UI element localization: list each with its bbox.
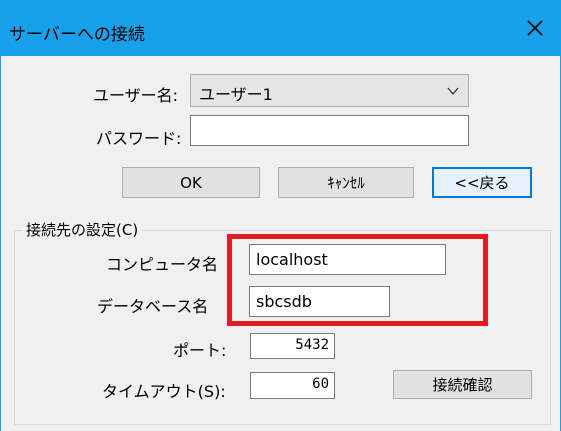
timeout-label: タイムアウト(S): [102, 382, 226, 401]
ok-button[interactable]: OK [122, 167, 260, 198]
port-input[interactable]: 5432 [250, 333, 335, 359]
database-name-label: データベース名 [97, 297, 209, 316]
port-label: ポート: [173, 341, 227, 360]
chevron-down-icon [447, 87, 459, 96]
computer-name-label: コンピュータ名 [106, 255, 219, 274]
timeout-input[interactable]: 60 [250, 372, 335, 399]
title-bar: サーバーへの接続 [0, 0, 561, 56]
connection-group-title: 接続先の設定(C) [22, 219, 143, 240]
window-title: サーバーへの接続 [9, 25, 145, 45]
highlight-box [227, 234, 488, 326]
username-label: ユーザー名: [93, 86, 179, 105]
username-select[interactable]: ユーザー1 [190, 74, 469, 107]
username-select-value: ユーザー1 [199, 85, 273, 104]
cancel-button[interactable]: ｷｬﾝｾﾙ [278, 167, 414, 198]
back-button[interactable]: <<戻る [432, 167, 532, 198]
password-label: パスワード: [96, 129, 182, 148]
close-icon[interactable] [523, 16, 547, 40]
password-input[interactable] [190, 115, 469, 146]
connection-test-button[interactable]: 接続確認 [393, 370, 532, 399]
